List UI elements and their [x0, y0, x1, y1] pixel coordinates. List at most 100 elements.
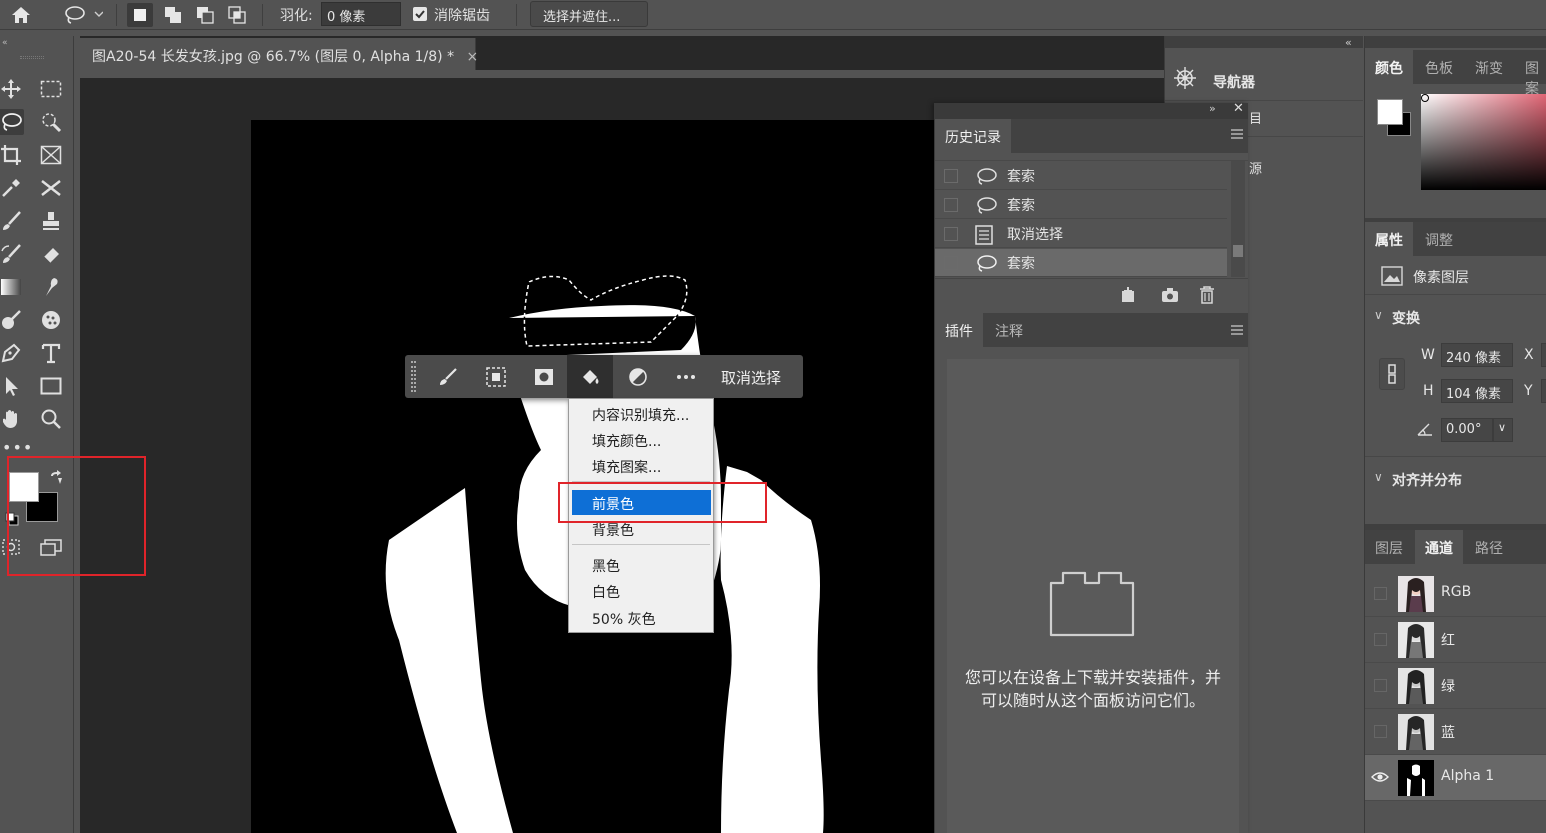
new-document-from-state-icon[interactable]: [1119, 287, 1137, 303]
history-row-selected[interactable]: 套索: [935, 249, 1227, 277]
panel-menu-icon[interactable]: [1231, 129, 1243, 139]
color-panel-fg-swatch[interactable]: [1377, 99, 1403, 125]
history-row[interactable]: 套索: [935, 162, 1227, 190]
navigator-icon[interactable]: [1173, 66, 1197, 90]
tab-swatches[interactable]: 色板: [1415, 50, 1463, 84]
clone-stamp-tool-icon[interactable]: [38, 208, 64, 234]
visibility-toggle[interactable]: [1374, 725, 1387, 738]
antialias-checkbox[interactable]: [413, 7, 427, 21]
frame-tool-icon[interactable]: [38, 142, 64, 168]
collapse-arrows-icon[interactable]: «: [2, 38, 8, 48]
add-selection-icon[interactable]: [160, 3, 186, 27]
intersect-selection-icon[interactable]: [224, 3, 250, 27]
link-icon[interactable]: [1379, 358, 1405, 390]
chevron-down-icon[interactable]: ∨: [1374, 470, 1383, 484]
color-picker-field[interactable]: [1421, 94, 1546, 190]
scrollbar-thumb[interactable]: [1233, 245, 1243, 257]
channel-row-red[interactable]: 红: [1365, 617, 1546, 663]
x-input[interactable]: [1541, 343, 1546, 367]
lasso-preset-icon[interactable]: [60, 3, 106, 27]
sponge-tool-icon[interactable]: [38, 307, 64, 333]
tab-properties[interactable]: 属性: [1365, 222, 1413, 256]
subtract-selection-icon[interactable]: [192, 3, 218, 27]
move-tool-icon[interactable]: [0, 76, 24, 102]
menu-item-white[interactable]: 白色: [569, 578, 713, 603]
menu-item-50-gray[interactable]: 50% 灰色: [569, 605, 713, 630]
panel-menu-icon[interactable]: [1231, 325, 1243, 335]
tab-channels[interactable]: 通道: [1415, 530, 1463, 564]
history-row[interactable]: 套索: [935, 191, 1227, 219]
tab-patterns[interactable]: 图案: [1515, 50, 1546, 97]
channel-row-rgb[interactable]: RGB: [1365, 571, 1546, 617]
navigator-label[interactable]: 导航器: [1213, 72, 1255, 92]
history-checkbox[interactable]: [944, 227, 958, 241]
tab-layers[interactable]: 图层: [1365, 530, 1413, 564]
path-select-tool-icon[interactable]: [0, 373, 24, 399]
menu-item-content-aware-fill[interactable]: 内容识别填充...: [569, 401, 713, 426]
select-subject-icon[interactable]: [473, 355, 519, 398]
rectangle-tool-icon[interactable]: [38, 373, 64, 399]
channel-row-blue[interactable]: 蓝: [1365, 709, 1546, 755]
select-and-mask-button[interactable]: 选择并遮住...: [530, 1, 648, 27]
channel-row-green[interactable]: 绿: [1365, 663, 1546, 709]
grip-icon[interactable]: [20, 56, 44, 59]
history-checkbox[interactable]: [944, 256, 958, 270]
menu-item-fill-pattern[interactable]: 填充图案...: [569, 453, 713, 478]
new-selection-icon[interactable]: [127, 3, 153, 27]
height-input[interactable]: 104 像素: [1441, 379, 1513, 403]
close-panel-icon[interactable]: ✕: [1233, 101, 1244, 116]
content-aware-move-icon[interactable]: [38, 175, 64, 201]
width-input[interactable]: 240 像素: [1441, 343, 1513, 367]
zoom-tool-icon[interactable]: [38, 406, 64, 432]
transform-section-title[interactable]: 变换: [1392, 308, 1420, 328]
quick-select-tool-icon[interactable]: [38, 109, 64, 135]
visibility-toggle[interactable]: [1374, 587, 1387, 600]
menu-item-fill-color[interactable]: 填充颜色...: [569, 427, 713, 452]
delete-trash-icon[interactable]: [1199, 286, 1215, 304]
tab-color[interactable]: 颜色: [1365, 50, 1413, 84]
collapse-icon[interactable]: »: [1209, 102, 1216, 115]
eraser-tool-icon[interactable]: [38, 241, 64, 267]
y-input[interactable]: [1541, 379, 1546, 403]
channel-row-alpha[interactable]: Alpha 1: [1365, 755, 1546, 801]
tab-history[interactable]: 历史记录: [935, 119, 1011, 153]
snapshot-camera-icon[interactable]: [1161, 287, 1179, 303]
tab-gradients[interactable]: 渐变: [1465, 50, 1513, 84]
angle-dropdown-icon[interactable]: ∨: [1493, 418, 1513, 442]
lasso-tool-icon[interactable]: [0, 109, 24, 135]
dodge-tool-icon[interactable]: [0, 307, 24, 333]
more-options-icon[interactable]: [663, 355, 709, 398]
tab-adjustments[interactable]: 调整: [1415, 222, 1463, 256]
history-checkbox[interactable]: [944, 198, 958, 212]
adjustment-layer-icon[interactable]: [615, 355, 661, 398]
fill-selection-icon[interactable]: [567, 355, 613, 398]
tab-paths[interactable]: 路径: [1465, 530, 1513, 564]
eyedropper-tool-icon[interactable]: [0, 175, 24, 201]
tab-plugins[interactable]: 插件: [935, 313, 983, 347]
menu-item-black[interactable]: 黑色: [569, 552, 713, 577]
taskbar-grip-icon[interactable]: [411, 361, 416, 392]
pen-tool-icon[interactable]: [0, 340, 24, 366]
history-row[interactable]: 取消选择: [935, 220, 1227, 248]
marquee-tool-icon[interactable]: [38, 76, 64, 102]
history-checkbox[interactable]: [944, 169, 958, 183]
close-tab-icon[interactable]: ×: [467, 49, 479, 65]
hand-tool-icon[interactable]: [0, 406, 24, 432]
history-brush-tool-icon[interactable]: [0, 241, 24, 267]
history-scrollbar[interactable]: [1231, 161, 1245, 277]
smudge-tool-icon[interactable]: [38, 274, 64, 300]
brush-tool-icon[interactable]: [0, 208, 24, 234]
crop-tool-icon[interactable]: [0, 142, 24, 168]
eye-icon[interactable]: [1371, 770, 1389, 784]
visibility-toggle[interactable]: [1374, 679, 1387, 692]
feather-input[interactable]: 0 像素: [321, 2, 401, 26]
tab-notes[interactable]: 注释: [985, 313, 1033, 347]
gradient-tool-icon[interactable]: [0, 274, 24, 300]
angle-input[interactable]: 0.00°: [1441, 418, 1493, 442]
document-tab[interactable]: 图A20-54 长发女孩.jpg @ 66.7% (图层 0, Alpha 1/…: [80, 38, 479, 70]
create-mask-icon[interactable]: [521, 355, 567, 398]
type-tool-icon[interactable]: [38, 340, 64, 366]
deselect-button[interactable]: 取消选择: [713, 355, 789, 398]
more-tools-icon[interactable]: •••: [2, 438, 33, 457]
chevron-down-icon[interactable]: ∨: [1374, 308, 1383, 322]
